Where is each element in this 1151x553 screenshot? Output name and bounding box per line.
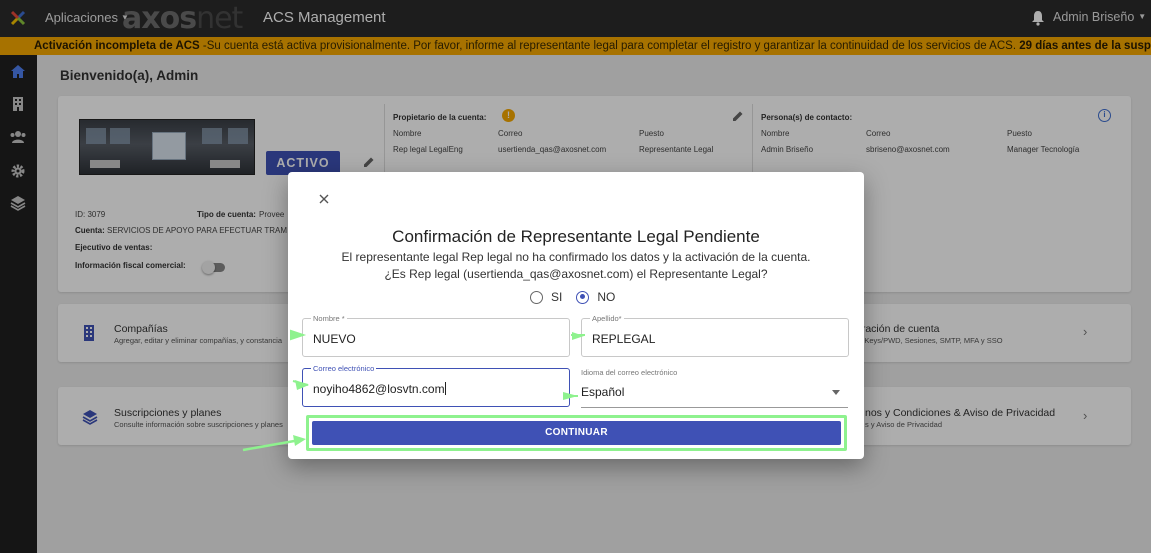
nombre-value: NUEVO [313, 332, 356, 346]
dialog-message-line2: ¿Es Rep legal (usertienda_qas@axosnet.co… [384, 267, 768, 281]
apellido-label: Apellido* [590, 314, 624, 323]
language-value: Español [581, 385, 625, 399]
radio-yes[interactable] [530, 290, 543, 304]
email-label: Correo electrónico [311, 364, 377, 373]
dialog-title: Confirmación de Representante Legal Pend… [392, 227, 760, 246]
nombre-field[interactable]: Nombre * NUEVO [302, 314, 570, 357]
radio-no-label: NO [597, 290, 616, 304]
radio-yes-label: SI [551, 290, 563, 304]
apellido-field[interactable]: Apellido* REPLEGAL [581, 314, 849, 357]
language-select[interactable]: Idioma del correo electrónico Español [581, 368, 848, 408]
continue-button-highlight: CONTINUAR [306, 415, 847, 451]
language-label: Idioma del correo electrónico [581, 368, 678, 377]
email-field[interactable]: Correo electrónico noyiho4862@losvtn.com [302, 364, 570, 407]
dropdown-arrow-icon [832, 390, 840, 395]
apellido-value: REPLEGAL [592, 332, 656, 346]
radio-no[interactable] [576, 290, 590, 304]
dialog-message-line1: El representante legal Rep legal no ha c… [341, 250, 811, 264]
email-value: noyiho4862@losvtn.com [313, 382, 445, 396]
continue-button[interactable]: CONTINUAR [312, 421, 841, 445]
email-value-wrap: noyiho4862@losvtn.com [313, 382, 446, 396]
close-icon[interactable] [317, 192, 331, 206]
legal-rep-confirmation-dialog: Confirmación de Representante Legal Pend… [288, 172, 864, 459]
legal-rep-radio-group: SI NO [530, 289, 615, 305]
nombre-label: Nombre * [311, 314, 347, 323]
text-cursor [444, 382, 446, 395]
